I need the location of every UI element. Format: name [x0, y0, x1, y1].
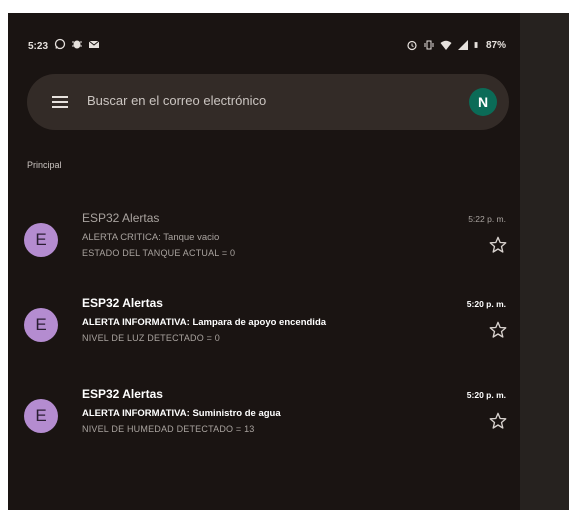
star-icon[interactable]	[488, 320, 508, 340]
sender-avatar[interactable]: E	[24, 223, 58, 257]
email-time: 5:22 p. m.	[468, 214, 506, 224]
section-label: Principal	[27, 160, 62, 170]
bug-icon	[72, 40, 82, 49]
email-subject: ALERTA INFORMATIVA: Lampara de apoyo enc…	[82, 317, 327, 328]
email-snippet: NIVEL DE HUMEDAD DETECTADO = 13	[82, 424, 255, 434]
email-snippet: NIVEL DE LUZ DETECTADO = 0	[82, 333, 220, 343]
battery-icon	[474, 42, 478, 48]
account-avatar[interactable]: N	[469, 88, 497, 116]
vibrate-icon	[424, 40, 434, 50]
email-row[interactable]: E ESP32 Alertas ALERTA CRITICA: Tanque v…	[8, 210, 520, 282]
menu-icon[interactable]	[51, 93, 69, 111]
email-time: 5:20 p. m.	[466, 299, 506, 309]
status-bar: 5:23 87%	[8, 13, 520, 57]
wifi-icon	[440, 40, 452, 50]
signal-icon	[457, 40, 468, 50]
sender-avatar[interactable]: E	[24, 399, 58, 433]
email-sender: ESP32 Alertas	[82, 296, 163, 310]
star-icon[interactable]	[488, 235, 508, 255]
whatsapp-icon	[54, 38, 66, 50]
email-sender: ESP32 Alertas	[82, 211, 160, 225]
status-time: 5:23	[28, 41, 49, 52]
email-row[interactable]: E ESP32 Alertas ALERTA INFORMATIVA: Lamp…	[8, 295, 520, 367]
search-input[interactable]: Buscar en el correo electrónico	[87, 93, 266, 108]
email-row[interactable]: E ESP32 Alertas ALERTA INFORMATIVA: Sumi…	[8, 386, 520, 458]
email-snippet: ESTADO DEL TANQUE ACTUAL = 0	[82, 248, 236, 258]
notification-icons	[54, 38, 100, 50]
side-panel	[520, 13, 569, 510]
email-time: 5:20 p. m.	[466, 390, 506, 400]
email-subject: ALERTA CRITICA: Tanque vacio	[82, 232, 220, 243]
search-bar[interactable]: Buscar en el correo electrónico N	[27, 74, 509, 130]
alarm-icon	[407, 40, 417, 51]
email-subject: ALERTA INFORMATIVA: Suministro de agua	[82, 408, 281, 419]
sender-avatar[interactable]: E	[24, 308, 58, 342]
battery-level: 87%	[485, 39, 506, 51]
gmail-inbox-screen: 5:23 87% Buscar en el correo electrónico…	[8, 13, 520, 510]
mail-icon	[88, 40, 100, 48]
star-icon[interactable]	[488, 411, 508, 431]
system-icons: 87%	[406, 39, 506, 51]
email-sender: ESP32 Alertas	[82, 387, 163, 401]
